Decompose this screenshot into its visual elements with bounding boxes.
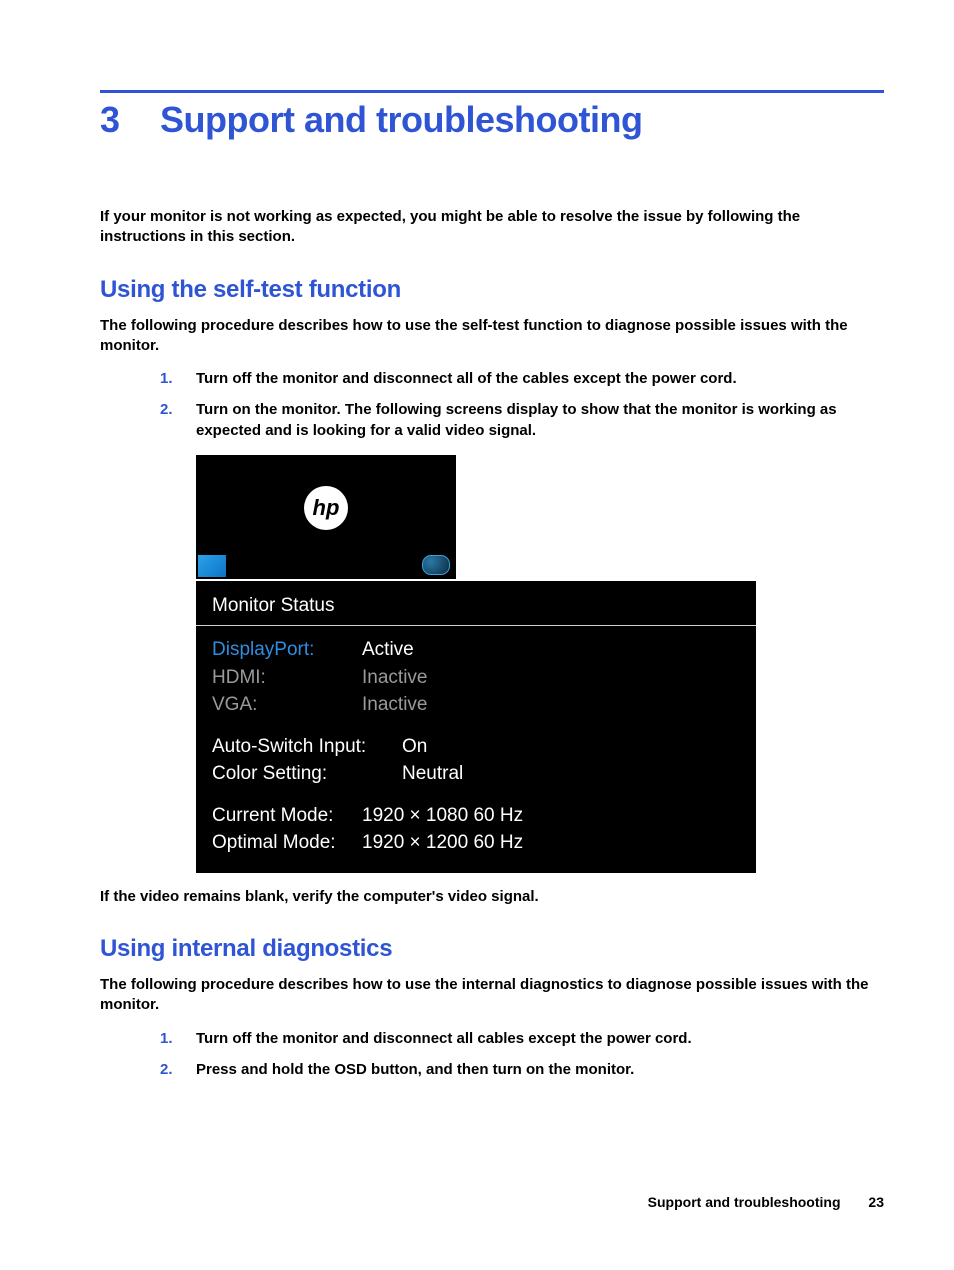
osd-row-autoswitch: Auto-Switch Input: On bbox=[212, 733, 740, 761]
displayport-value: Active bbox=[362, 636, 414, 664]
current-mode-value: 1920 × 1080 60 Hz bbox=[362, 802, 523, 830]
section-heading-diagnostics: Using internal diagnostics bbox=[100, 935, 884, 963]
diagnostics-description: The following procedure describes how to… bbox=[100, 975, 884, 1016]
diagnostics-step-1: Turn off the monitor and disconnect all … bbox=[160, 1028, 884, 1049]
optimal-mode-label: Optimal Mode: bbox=[212, 829, 362, 857]
autoswitch-label: Auto-Switch Input: bbox=[212, 733, 402, 761]
hdmi-label: HDMI: bbox=[212, 664, 362, 692]
osd-row-current-mode: Current Mode: 1920 × 1080 60 Hz bbox=[212, 802, 740, 830]
hdmi-value: Inactive bbox=[362, 664, 427, 692]
selftest-step-2: Turn on the monitor. The following scree… bbox=[160, 399, 884, 441]
osd-row-color: Color Setting: Neutral bbox=[212, 760, 740, 788]
selftest-step-1: Turn off the monitor and disconnect all … bbox=[160, 368, 884, 389]
intro-paragraph: If your monitor is not working as expect… bbox=[100, 207, 884, 248]
current-mode-label: Current Mode: bbox=[212, 802, 362, 830]
osd-title: Monitor Status bbox=[212, 591, 740, 625]
displayport-label: DisplayPort: bbox=[212, 636, 362, 664]
diagnostics-steps: Turn off the monitor and disconnect all … bbox=[160, 1028, 884, 1080]
page-footer: Support and troubleshooting 23 bbox=[648, 1194, 884, 1210]
osd-row-optimal-mode: Optimal Mode: 1920 × 1200 60 Hz bbox=[212, 829, 740, 857]
chapter-number: 3 bbox=[100, 99, 160, 141]
optimal-mode-value: 1920 × 1200 60 Hz bbox=[362, 829, 523, 857]
osd-row-vga: VGA: Inactive bbox=[212, 691, 740, 719]
section-heading-selftest: Using the self-test function bbox=[100, 276, 884, 304]
cert-badge-right-icon bbox=[422, 555, 450, 575]
osd-divider bbox=[196, 625, 756, 626]
vga-value: Inactive bbox=[362, 691, 427, 719]
cert-badge-left-icon bbox=[198, 555, 226, 577]
selftest-description: The following procedure describes how to… bbox=[100, 316, 884, 357]
hp-logo-text: hp bbox=[313, 497, 340, 519]
hp-logo-icon: hp bbox=[304, 486, 348, 530]
chapter-title: Support and troubleshooting bbox=[160, 99, 642, 141]
selftest-steps: Turn off the monitor and disconnect all … bbox=[160, 368, 884, 441]
footer-section: Support and troubleshooting bbox=[648, 1194, 841, 1210]
chapter-rule bbox=[100, 90, 884, 93]
osd-row-displayport: DisplayPort: Active bbox=[212, 636, 740, 664]
diagnostics-step-2: Press and hold the OSD button, and then … bbox=[160, 1059, 884, 1080]
selftest-after: If the video remains blank, verify the c… bbox=[100, 887, 884, 907]
autoswitch-value: On bbox=[402, 733, 427, 761]
page: 3 Support and troubleshooting If your mo… bbox=[0, 0, 954, 1270]
osd-illustration: hp Monitor Status DisplayPort: Active HD… bbox=[196, 455, 884, 873]
osd-status-panel: Monitor Status DisplayPort: Active HDMI:… bbox=[196, 581, 756, 873]
vga-label: VGA: bbox=[212, 691, 362, 719]
color-value: Neutral bbox=[402, 760, 463, 788]
osd-logo-panel: hp bbox=[196, 455, 456, 579]
footer-page-number: 23 bbox=[868, 1194, 884, 1210]
chapter-header: 3 Support and troubleshooting bbox=[100, 99, 884, 141]
osd-row-hdmi: HDMI: Inactive bbox=[212, 664, 740, 692]
color-label: Color Setting: bbox=[212, 760, 402, 788]
